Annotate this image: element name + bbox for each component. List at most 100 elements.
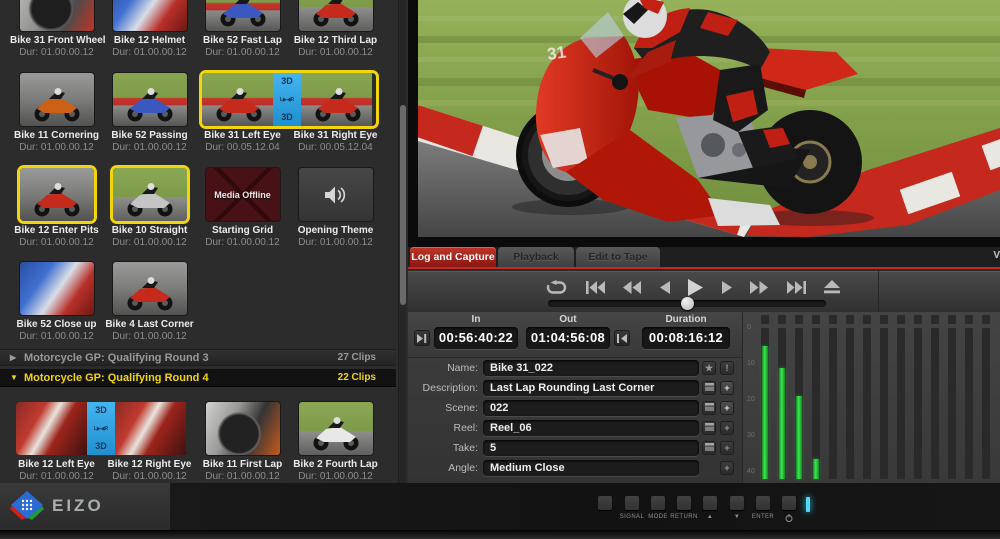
add-reel-button[interactable]: + xyxy=(720,421,734,435)
shuttle-knob[interactable] xyxy=(681,297,694,310)
clip-label: Bike 12 Right Eye xyxy=(103,459,196,471)
clip-bike-52-close-up[interactable]: Bike 52 Close up Dur: 01.00.00.12 xyxy=(10,262,103,343)
clip-bike-12-helmet[interactable]: Bike 12 Helmet Dur: 01.00.00.12 xyxy=(103,0,196,59)
clip-row: Bike 52 Close up Dur: 01.00.00.12 Bike 4… xyxy=(10,262,392,343)
loop-button[interactable] xyxy=(546,280,567,295)
go-to-end-button[interactable] xyxy=(787,281,806,294)
add-scene-button[interactable]: + xyxy=(720,401,734,415)
clip-duration: Dur: 01.00.00.12 xyxy=(103,331,196,343)
clip-bike-2-fourth-lap[interactable]: Bike 2 Fourth Lap Dur: 01.00.00.12 xyxy=(289,402,382,483)
eject-button[interactable] xyxy=(824,280,840,294)
clip-browser: Bike 31 Front Wheel Dur: 01.00.00.12 Bik… xyxy=(0,0,408,483)
duration-timecode-field[interactable]: 00:08:16:12 xyxy=(642,327,730,349)
in-timecode-field[interactable]: 00:56:40:22 xyxy=(434,327,518,349)
bin-row-qualifying-round-3[interactable]: ▶ Motorcycle GP: Qualifying Round 3 27 C… xyxy=(0,349,396,366)
audio-meter-channel xyxy=(897,312,905,483)
add-description-button[interactable]: + xyxy=(720,381,734,395)
clip-thumbnail xyxy=(299,402,373,455)
add-take-button[interactable]: + xyxy=(720,441,734,455)
clip-label: Bike 4 Last Corner xyxy=(103,319,196,331)
audio-meter-channel xyxy=(948,312,956,483)
take-row: Take: 5 + xyxy=(408,440,742,457)
clip-starting-grid[interactable]: Media Offline Starting Grid Dur: 01.00.0… xyxy=(196,168,289,249)
bezel-button-1[interactable] xyxy=(598,496,612,510)
clip-bike-31-front-wheel[interactable]: Bike 31 Front Wheel Dur: 01.00.00.12 xyxy=(10,0,103,59)
go-to-start-button[interactable] xyxy=(586,281,605,294)
clip-duration: Dur: 01.00.00.12 xyxy=(10,47,103,59)
bezel-button-mode[interactable] xyxy=(651,496,665,510)
bezel-button-return[interactable] xyxy=(677,496,691,510)
media-offline-text: Media Offline xyxy=(214,190,271,200)
clip-bike-11-first-lap[interactable]: Bike 11 First Lap Dur: 01.00.00.12 xyxy=(196,402,289,483)
clip-label: Bike 52 Close up xyxy=(10,319,103,331)
clip-bike-12-third-lap[interactable]: Bike 12 Third Lap Dur: 01.00.00.12 xyxy=(289,0,382,59)
scrollbar-thumb[interactable] xyxy=(400,105,406,305)
scene-field[interactable]: 022 xyxy=(483,400,699,416)
3d-stereo-badge: 3D L▶◀R 3D xyxy=(273,73,301,126)
tab-playback[interactable]: Playback xyxy=(498,247,574,267)
clip-bike-12-enter-pits[interactable]: Bike 12 Enter Pits Dur: 01.00.00.12 xyxy=(10,168,103,249)
badge-lr: L▶◀R xyxy=(94,426,108,432)
slate-icon[interactable] xyxy=(702,421,716,435)
slate-icon[interactable] xyxy=(702,401,716,415)
name-row: Name: Bike 31_022 ★ ! xyxy=(408,360,742,377)
clip-bike-11-cornering[interactable]: Bike 11 Cornering Dur: 01.00.00.12 xyxy=(10,73,103,154)
take-label: Take: xyxy=(408,440,478,457)
name-field[interactable]: Bike 31_022 xyxy=(483,360,699,376)
clip-3d-pair-bike-31[interactable]: 3D L▶◀R 3D Bike 31 Left Eye Dur: 00.05.1… xyxy=(196,73,382,154)
step-back-button[interactable] xyxy=(660,281,670,294)
clip-opening-theme[interactable]: Opening Theme Dur: 01.00.00.12 xyxy=(289,168,382,249)
mark-good-button[interactable]: ★ xyxy=(702,361,716,375)
clip-bike-52-passing[interactable]: Bike 52 Passing Dur: 01.00.00.12 xyxy=(103,73,196,154)
bezel-button-up[interactable] xyxy=(703,496,717,510)
eizo-monitor-screen: Bike 31 Front Wheel Dur: 01.00.00.12 Bik… xyxy=(0,0,1000,539)
bezel-button-down[interactable] xyxy=(730,496,744,510)
capture-tab-bar: Log and Capture Playback Edit to Tape V xyxy=(408,247,1000,269)
clip-3d-pair-bike-12[interactable]: 3D L▶◀R 3D Bike 12 Left Eye Dur: 01.00.0… xyxy=(10,402,196,483)
reel-field[interactable]: Reel_06 xyxy=(483,420,699,436)
bezel-button-power[interactable] xyxy=(782,496,796,510)
tab-log-and-capture[interactable]: Log and Capture xyxy=(410,247,496,267)
audio-meter-channel xyxy=(965,312,973,483)
description-field[interactable]: Last Lap Rounding Last Corner xyxy=(483,380,699,396)
out-timecode-field[interactable]: 01:04:56:08 xyxy=(526,327,610,349)
media-offline-thumbnail: Media Offline xyxy=(206,168,280,221)
clip-label: Bike 12 Enter Pits xyxy=(10,225,103,237)
clip-duration: Dur: 01.00.00.12 xyxy=(10,237,103,249)
meter-scale-label: 10 xyxy=(747,360,755,367)
corner-text: V xyxy=(993,250,1000,261)
duration-label: Duration xyxy=(642,314,730,325)
bin-row-qualifying-round-4[interactable]: ▼ Motorcycle GP: Qualifying Round 4 22 C… xyxy=(0,369,396,387)
clip-duration: Dur: 01.00.00.12 xyxy=(10,142,103,154)
tab-edit-to-tape[interactable]: Edit to Tape xyxy=(576,247,660,267)
badge-3d-top: 3D xyxy=(95,406,107,415)
step-forward-button[interactable] xyxy=(722,281,732,294)
browser-scrollbar[interactable] xyxy=(398,0,406,483)
slate-icon[interactable] xyxy=(702,381,716,395)
shuttle-slider[interactable] xyxy=(548,300,826,307)
play-button[interactable] xyxy=(688,279,703,296)
badge-lr: L▶◀R xyxy=(280,97,294,103)
clip-bike-52-fast-lap[interactable]: Bike 52 Fast Lap Dur: 01.00.00.12 xyxy=(196,0,289,59)
take-field[interactable]: 5 xyxy=(483,440,699,456)
rewind-button[interactable] xyxy=(623,281,641,294)
angle-field[interactable]: Medium Close xyxy=(483,460,699,476)
clip-bike-10-straight[interactable]: Bike 10 Straight Dur: 01.00.00.12 xyxy=(103,168,196,249)
scene-row: Scene: 022 + xyxy=(408,400,742,417)
bezel-button-enter[interactable] xyxy=(756,496,770,510)
go-to-out-button[interactable] xyxy=(614,330,630,346)
bezel-button-signal[interactable] xyxy=(625,496,639,510)
clip-duration: Dur: 00.05.12.04 xyxy=(289,142,382,154)
disclosure-triangle-expanded-icon[interactable]: ▼ xyxy=(10,373,24,382)
clip-bike-4-last-corner[interactable]: Bike 4 Last Corner Dur: 01.00.00.12 xyxy=(103,262,196,343)
clip-row: Bike 31 Front Wheel Dur: 01.00.00.12 Bik… xyxy=(10,0,392,59)
disclosure-triangle-collapsed-icon[interactable]: ▶ xyxy=(10,353,24,362)
go-to-in-button[interactable] xyxy=(414,330,430,346)
fast-forward-button[interactable] xyxy=(750,281,768,294)
slate-icon[interactable] xyxy=(702,441,716,455)
speaker-icon xyxy=(323,185,349,205)
alert-button[interactable]: ! xyxy=(720,361,734,375)
add-angle-button[interactable]: + xyxy=(720,461,734,475)
audio-meter-channel xyxy=(914,312,922,483)
clip-duration: Dur: 01.00.00.12 xyxy=(10,331,103,343)
